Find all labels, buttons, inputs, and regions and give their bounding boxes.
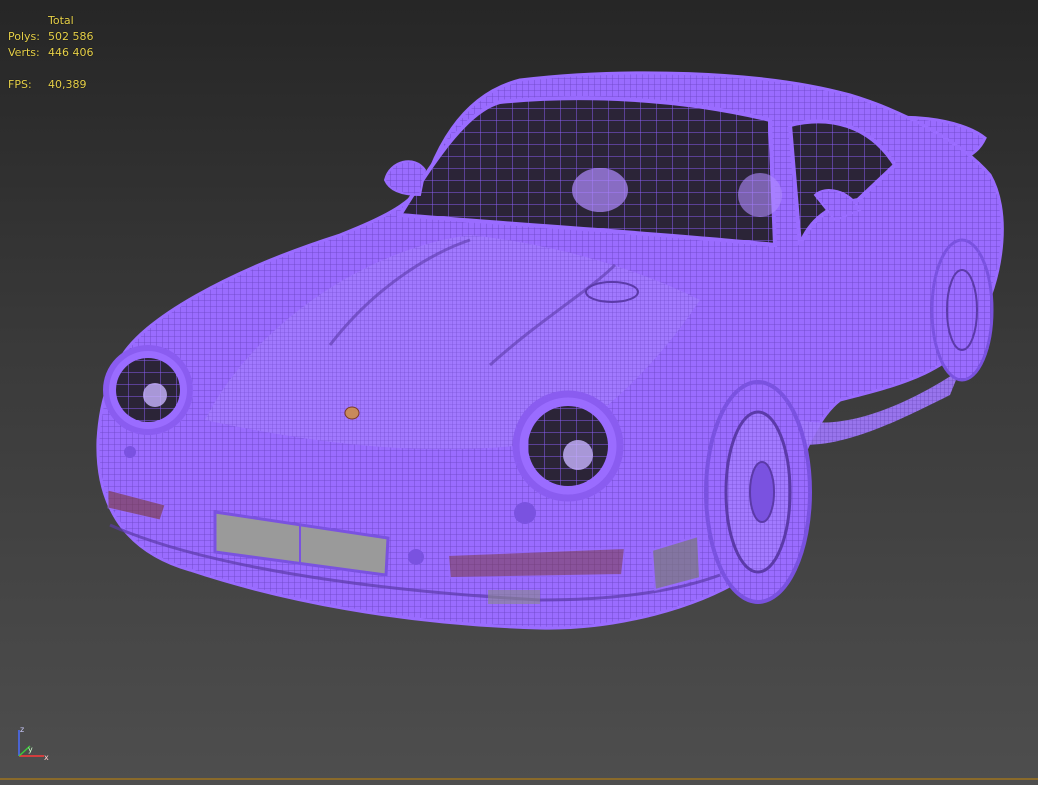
polys-value: 502 586 <box>48 30 94 43</box>
rear-wheel <box>930 238 994 382</box>
axis-z-label: z <box>20 725 24 734</box>
polys-label: Polys: <box>8 30 40 43</box>
stats-header: Total <box>48 14 74 27</box>
viewport-border <box>0 778 1038 780</box>
axis-gizmo-icon: z y x <box>18 725 49 762</box>
viewport-statistics: Total Polys: 502 586 Verts: 446 406 FPS: 40… <box>8 13 94 93</box>
fps-value: 40,389 <box>48 78 87 91</box>
fps-label: FPS: <box>8 78 32 91</box>
verts-value: 446 406 <box>48 46 94 59</box>
car-wireframe-model[interactable] <box>0 0 1038 785</box>
axis-x-label: x <box>44 753 49 762</box>
hood-badge <box>344 406 360 420</box>
3d-viewport[interactable]: Total Polys: 502 586 Verts: 446 406 FPS: 40… <box>0 0 1038 785</box>
axis-y-label: y <box>28 745 33 754</box>
side-mirror <box>383 160 427 197</box>
verts-label: Verts: <box>8 46 40 59</box>
